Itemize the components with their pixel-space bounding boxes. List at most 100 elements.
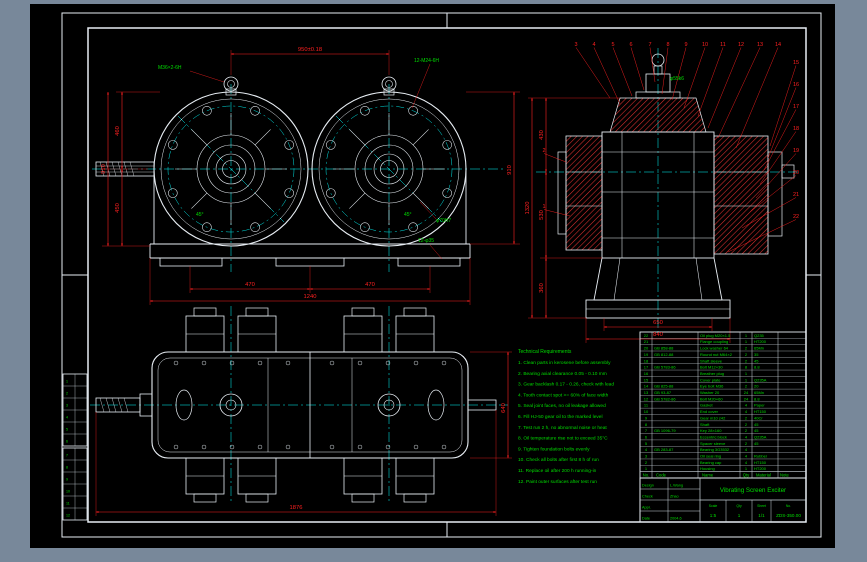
part-no: 10	[644, 409, 649, 414]
part-name: Shaft	[700, 422, 710, 427]
label-thread-holes: 12-M24-6H	[414, 58, 439, 64]
part-material: Q235A	[754, 377, 767, 382]
balloon-number: 14	[775, 42, 781, 48]
part-name: Flange coupling	[700, 339, 728, 344]
part-material: Q235	[754, 333, 765, 338]
left-table-cell: 8	[66, 466, 68, 470]
part-name: Lock washer 64	[700, 346, 729, 351]
qty-value: 1	[738, 513, 741, 518]
balloon-number: 4	[592, 42, 595, 48]
dim-link-total: 910	[507, 165, 513, 175]
notes-title: Technical Requirements	[518, 349, 572, 355]
part-no: 21	[644, 339, 649, 344]
part-material: 35	[754, 352, 759, 357]
drawing-no-value: ZDS-350.00	[776, 513, 801, 518]
part-no: 14	[644, 384, 649, 389]
part-material: 8.8	[754, 396, 760, 401]
qty-label: Qty	[736, 504, 742, 508]
scale-value: 1:5	[710, 513, 717, 518]
left-table-cell: 2	[66, 392, 68, 396]
part-no: 20	[644, 346, 649, 351]
note-line: 4. Tooth contact spot >= 60% of face wid…	[518, 392, 609, 398]
balloon-number: 18	[793, 126, 799, 132]
part-no: 15	[644, 377, 649, 382]
note-line: 2. Bearing axial clearance 0.05 - 0.10 m…	[518, 371, 607, 377]
title-row-label: Appr.	[642, 506, 651, 510]
label-angle-left: 45°	[196, 212, 204, 218]
part-name: End cover	[700, 409, 719, 414]
note-line: 3. Gear backlash 0.17 - 0.26, check with…	[518, 382, 614, 388]
upper-housing-section	[609, 97, 707, 133]
part-code: GB 858-88	[654, 346, 674, 351]
parts-header-code: Code	[656, 473, 667, 478]
balloon-number: 16	[793, 82, 799, 88]
rect-geometry	[713, 135, 769, 255]
note-line: 6. Fill HJ-50 gear oil to the marked lev…	[518, 414, 603, 420]
balloon-number: 20	[793, 170, 799, 176]
part-name: Shaft sleeve	[700, 358, 723, 363]
part-code: GB 93-87	[654, 390, 672, 395]
label-eye-bolt: M36×2-6H	[158, 65, 182, 71]
part-name: Gear m10 z42	[700, 415, 726, 420]
balloon-number: 15	[793, 60, 799, 66]
part-material: 65Mn	[754, 346, 764, 351]
part-material: 45	[754, 428, 759, 433]
note-line: 8. Oil temperature rise not to exceed 35…	[518, 436, 608, 442]
note-line: 5. Seal joint faces, no oil leakage allo…	[518, 403, 606, 409]
label-bore: φ70H7	[436, 218, 451, 224]
part-material: Q235A	[754, 434, 767, 439]
part-no: 18	[644, 358, 649, 363]
part-name: Housing	[700, 466, 715, 471]
balloon-number: 5	[611, 42, 614, 48]
dim-base-outer: 840	[653, 332, 663, 338]
part-material: Rubber	[754, 454, 768, 459]
part-material: 20	[754, 384, 759, 389]
part-code: GB 5782-86	[654, 396, 676, 401]
part-qty: 24	[744, 396, 749, 401]
part-name: Cover plate	[700, 377, 721, 382]
title-row-label: Date	[642, 517, 650, 521]
rect-geometry	[565, 135, 603, 251]
part-no: 12	[644, 396, 649, 401]
balloon-number: 6	[629, 42, 632, 48]
balloon-number: 19	[793, 148, 799, 154]
part-material: 45	[754, 422, 759, 427]
part-name: Oil seal ring	[700, 454, 721, 459]
left-table-cell: 5	[66, 428, 68, 432]
left-table-cell: 1	[66, 380, 68, 384]
dim-plan-width: 640	[501, 403, 507, 413]
balloon-number: 21	[793, 192, 799, 198]
left-table-cell: 9	[66, 478, 68, 482]
drawing-no-label: No.	[786, 504, 791, 508]
balloon-number: 13	[757, 42, 763, 48]
balloon-number: 22	[793, 214, 799, 220]
left-table-cell: 4	[66, 416, 68, 420]
dim-left-upper: 460	[115, 126, 121, 136]
part-code: GB 825-88	[654, 384, 674, 389]
part-material: Paper	[754, 403, 765, 408]
part-material: 45	[754, 358, 759, 363]
part-name: Eye bolt M36	[700, 384, 724, 389]
part-name: Gasket	[700, 403, 714, 408]
part-no: 17	[644, 365, 649, 370]
part-code: GB 5783-86	[654, 365, 676, 370]
parts-header-no: No.	[643, 473, 650, 478]
dim-side-left-upper: 430	[539, 130, 545, 140]
left-table-cell: 7	[66, 454, 68, 458]
left-table-cell: 11	[66, 502, 70, 506]
balloon-number: 1	[542, 204, 545, 210]
part-name: Round nut M64×2	[700, 352, 733, 357]
note-line: 12. Paint outer surfaces after test run	[518, 479, 597, 485]
part-name: Key 28×160	[700, 428, 722, 433]
balloon-number: 10	[702, 42, 708, 48]
title-row-value: L.Wang	[670, 484, 683, 488]
balloon-number: 11	[720, 42, 726, 48]
parts-header-material: Material	[756, 473, 771, 478]
part-material: 65Mn	[754, 390, 764, 395]
parts-header-qty: Qty	[743, 473, 750, 478]
label-foot-slots: 12-φ35	[418, 238, 434, 244]
part-qty: 24	[744, 390, 749, 395]
part-code: GB 812-88	[654, 352, 674, 357]
title-row-value: 2004.6	[670, 517, 682, 521]
balloon-number: 17	[793, 104, 799, 110]
